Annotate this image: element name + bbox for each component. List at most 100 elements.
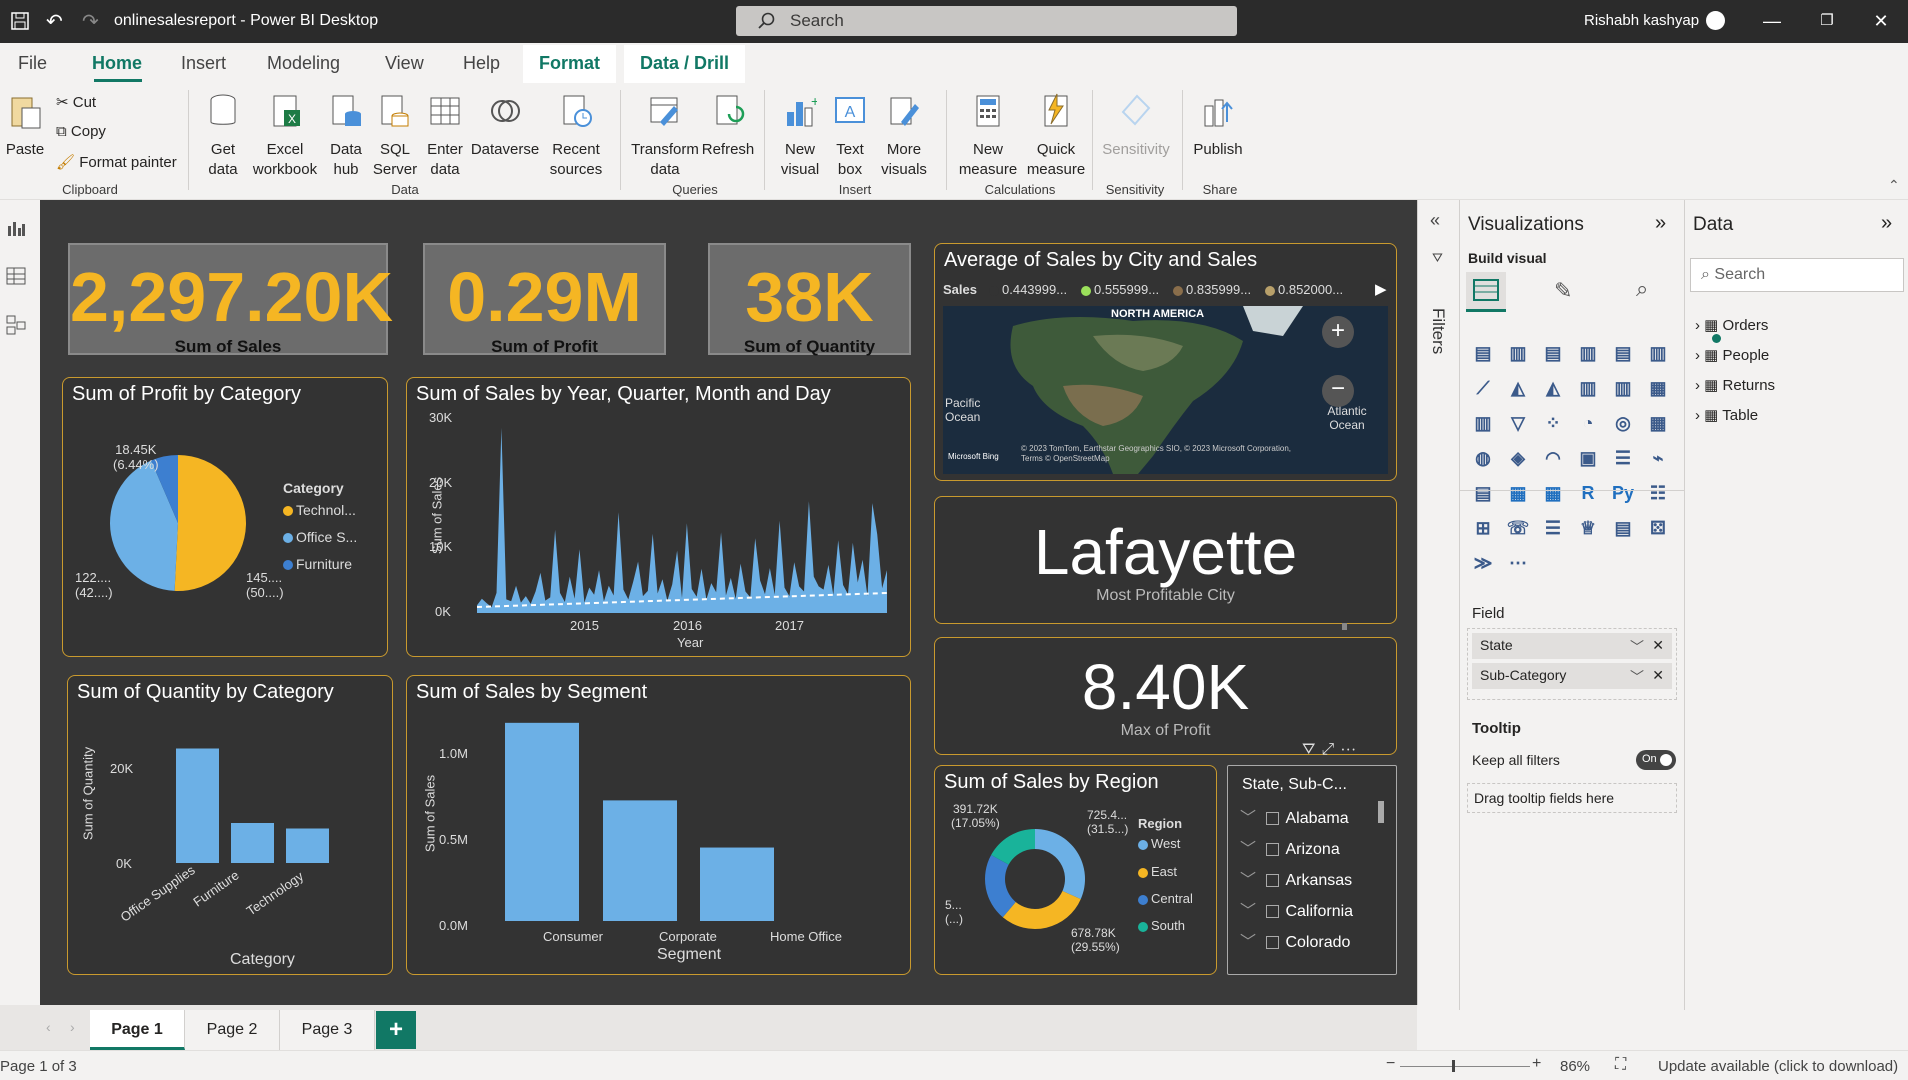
table-view-icon[interactable]: [6, 266, 26, 286]
add-page-button[interactable]: +: [376, 1011, 416, 1049]
table-item-people[interactable]: › ▦ People: [1695, 341, 1775, 371]
slicer-item[interactable]: ﹀ Arkansas: [1240, 866, 1380, 897]
tooltip-drop-zone[interactable]: Drag tooltip fields here: [1467, 783, 1677, 813]
excel-workbook-button[interactable]: X Excel workbook: [250, 92, 320, 180]
sales-by-segment-visual[interactable]: Sum of Sales by Segment Sum of Sales 1.0…: [406, 675, 911, 975]
kpi-icon[interactable]: ⌁: [1645, 445, 1671, 471]
undo-icon[interactable]: ↶: [46, 9, 63, 34]
data-search-input[interactable]: ⌕ Search: [1690, 258, 1904, 292]
tab-view[interactable]: View: [385, 53, 424, 74]
metrics-icon[interactable]: ♕: [1575, 515, 1601, 541]
filter-icon[interactable]: ⛛: [1302, 741, 1321, 758]
fit-to-page-icon[interactable]: ⛶: [1615, 1056, 1626, 1074]
map-visual[interactable]: Average of Sales by City and Sales Sales…: [934, 243, 1397, 481]
zoom-in-icon[interactable]: +: [1532, 1055, 1541, 1073]
area-icon[interactable]: ◭: [1505, 375, 1531, 401]
slicer-item[interactable]: ﹀ Alabama: [1240, 804, 1380, 835]
close-icon[interactable]: ✕: [1869, 10, 1893, 32]
tab-modeling[interactable]: Modeling: [267, 53, 340, 74]
narrative-icon[interactable]: ☰: [1540, 515, 1566, 541]
max-profit-card[interactable]: 8.40K Max of Profit: [934, 637, 1397, 755]
slicer-icon[interactable]: ▤: [1470, 480, 1496, 506]
new-measure-button[interactable]: New measure: [955, 92, 1021, 180]
sales-area-series[interactable]: [477, 427, 887, 613]
table-icon[interactable]: ▦: [1505, 480, 1531, 506]
collapse-pane-icon[interactable]: »: [1881, 212, 1892, 235]
checkbox[interactable]: [1266, 812, 1280, 826]
bar[interactable]: [286, 828, 329, 864]
focus-mode-icon[interactable]: ⤢: [1321, 741, 1340, 758]
next-page-icon[interactable]: ›: [70, 1019, 75, 1035]
new-visual-button[interactable]: + New visual: [774, 92, 826, 180]
checkbox[interactable]: [1266, 936, 1280, 950]
chevron-down-icon[interactable]: ﹀: [1240, 903, 1256, 920]
prev-page-icon[interactable]: ‹: [46, 1019, 51, 1035]
resize-handle[interactable]: [1342, 623, 1347, 630]
transform-data-button[interactable]: Transform data: [630, 92, 700, 180]
funnel-icon[interactable]: ▽: [1505, 410, 1531, 436]
line-clustered-icon[interactable]: ▥: [1610, 375, 1636, 401]
table-item-orders[interactable]: › ▦ Orders: [1695, 311, 1775, 343]
text-box-button[interactable]: A Text box: [828, 92, 872, 180]
tab-file[interactable]: File: [18, 53, 47, 74]
chevron-down-icon[interactable]: ﹀: [1240, 872, 1256, 889]
legend-item[interactable]: East: [1138, 864, 1177, 879]
more-icon[interactable]: ⋯: [1505, 550, 1531, 576]
format-painter-button[interactable]: 🖌 Format painter: [56, 153, 177, 171]
most-profitable-city-card[interactable]: Lafayette Most Profitable City: [934, 496, 1397, 624]
tab-format[interactable]: Format: [523, 45, 617, 83]
expand-filters-icon[interactable]: «: [1430, 210, 1440, 231]
legend-next-icon[interactable]: ▶: [1375, 280, 1387, 298]
100-bar-icon[interactable]: ▤: [1610, 340, 1636, 366]
line-icon[interactable]: ⟋: [1470, 375, 1496, 401]
remove-field-icon[interactable]: ✕: [1652, 637, 1664, 654]
chevron-right-icon[interactable]: ›: [1695, 377, 1700, 394]
waterfall-icon[interactable]: ▥: [1470, 410, 1496, 436]
paste-button[interactable]: Paste: [4, 92, 46, 160]
paginated-icon[interactable]: ▤: [1610, 515, 1636, 541]
copy-button[interactable]: ⧉ Copy: [56, 123, 106, 140]
donut-slice[interactable]: [1035, 829, 1085, 900]
format-visual-icon[interactable]: ✎: [1554, 278, 1572, 304]
donut-slice[interactable]: [1002, 891, 1081, 929]
zoom-out-icon[interactable]: −: [1386, 1055, 1395, 1073]
refresh-button[interactable]: Refresh: [700, 92, 756, 160]
chevron-right-icon[interactable]: ›: [1695, 317, 1700, 334]
zoom-slider[interactable]: [1400, 1066, 1530, 1067]
report-canvas[interactable]: 2,297.20K Sum of Sales 0.29M Sum of Prof…: [40, 200, 1417, 1005]
legend-item[interactable]: Central: [1138, 891, 1193, 906]
dataverse-button[interactable]: Dataverse: [470, 92, 540, 160]
page-tab-2[interactable]: Page 2: [185, 1010, 280, 1050]
bar[interactable]: [505, 722, 579, 921]
state-slicer[interactable]: State, Sub-C... ﹀ Alabama ﹀ Arizona ﹀ Ar…: [1227, 765, 1397, 975]
chevron-down-icon[interactable]: ﹀: [1240, 810, 1256, 827]
quick-measure-button[interactable]: Quick measure: [1023, 92, 1089, 180]
publish-button[interactable]: Publish: [1190, 92, 1246, 160]
more-visuals-button[interactable]: More visuals: [874, 92, 934, 180]
decomposition-tree-icon[interactable]: ⊞: [1470, 515, 1496, 541]
kpi-card-profit[interactable]: 0.29M Sum of Profit: [423, 243, 666, 356]
checkbox[interactable]: [1266, 905, 1280, 919]
slicer-item[interactable]: ﹀ Arizona: [1240, 835, 1380, 866]
update-notice[interactable]: Update available (click to download): [1658, 1058, 1898, 1075]
gauge-icon[interactable]: ◠: [1540, 445, 1566, 471]
user-name[interactable]: Rishabh kashyap: [1584, 12, 1699, 29]
enter-data-button[interactable]: Enter data: [422, 92, 468, 180]
legend-item[interactable]: South: [1138, 918, 1185, 933]
chevron-down-icon[interactable]: ﹀: [1240, 841, 1256, 858]
tab-insert[interactable]: Insert: [181, 53, 226, 74]
keep-filters-toggle[interactable]: On: [1636, 750, 1676, 770]
quantity-by-category-visual[interactable]: Sum of Quantity by Category Sum of Quant…: [67, 675, 393, 975]
chevron-down-icon[interactable]: ﹀: [1630, 667, 1644, 687]
profit-by-category-visual[interactable]: Sum of Profit by Category 18.45K (6.44%) …: [62, 377, 388, 657]
power-apps-icon[interactable]: ⚄: [1645, 515, 1671, 541]
sales-over-time-visual[interactable]: Sum of Sales by Year, Quarter, Month and…: [406, 377, 911, 657]
treemap-icon[interactable]: ▦: [1645, 410, 1671, 436]
remove-field-icon[interactable]: ✕: [1652, 667, 1664, 684]
legend-item[interactable]: 0.835999...: [1173, 282, 1251, 297]
bar[interactable]: [176, 748, 219, 864]
bar[interactable]: [231, 823, 274, 863]
page-tab-1[interactable]: Page 1: [90, 1010, 185, 1050]
tab-data-drill[interactable]: Data / Drill: [624, 45, 746, 83]
r-visual-icon[interactable]: R: [1575, 480, 1601, 506]
